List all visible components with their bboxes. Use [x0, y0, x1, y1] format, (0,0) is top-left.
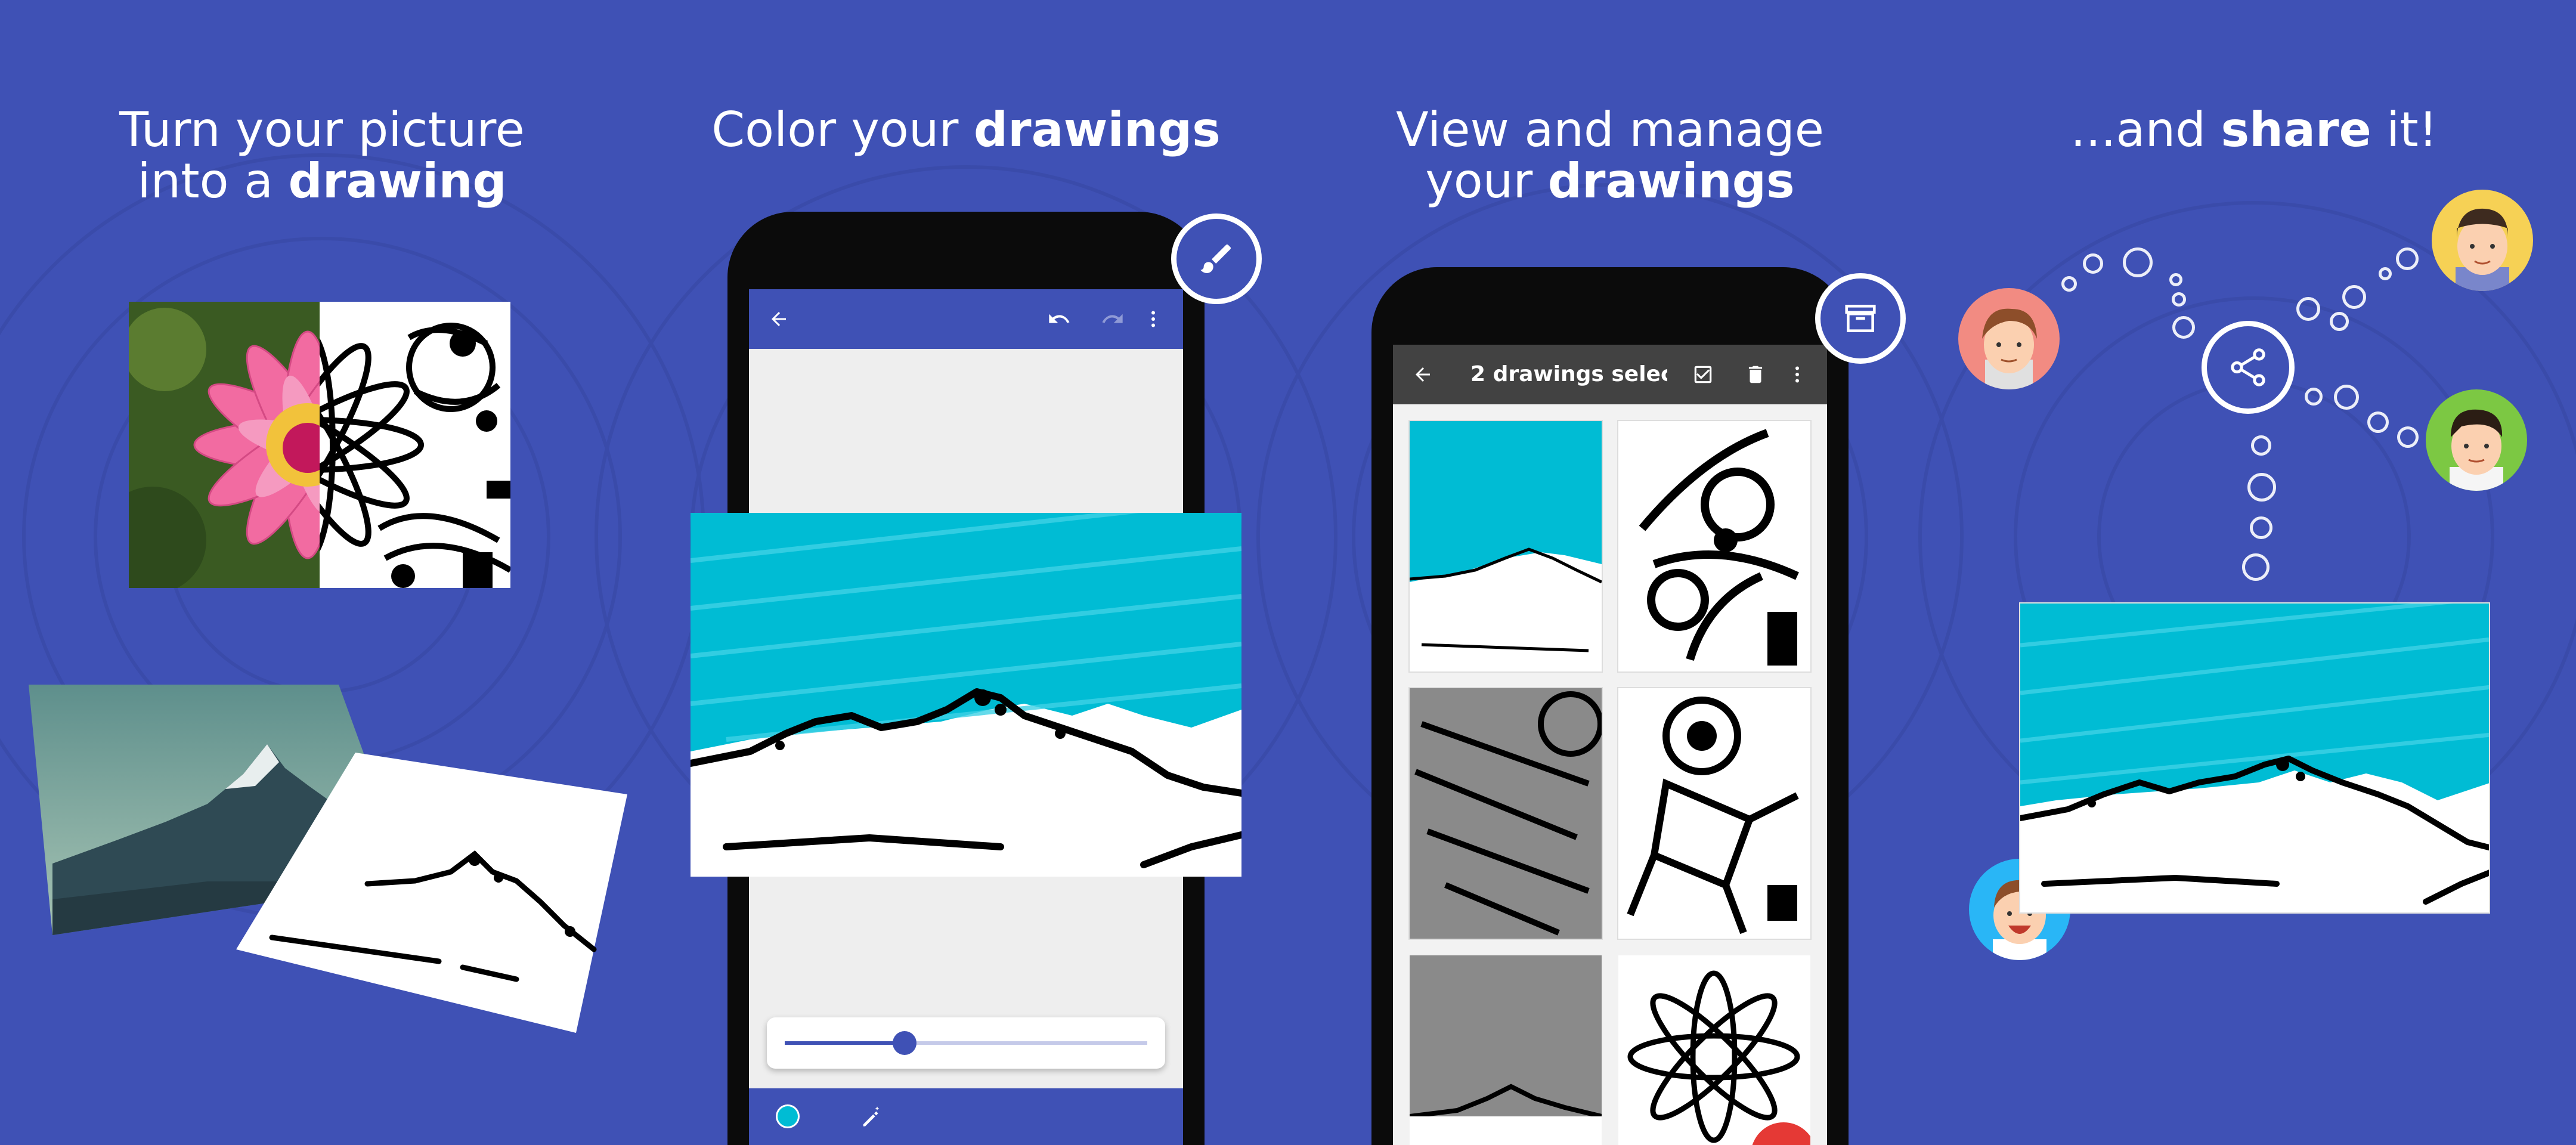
back-arrow-icon — [772, 312, 786, 326]
connection-dot — [2061, 276, 2077, 292]
shared-drawing[interactable] — [2019, 602, 2490, 914]
selection-title: 2 drawings selec... — [1470, 362, 1667, 386]
archive-icon — [1845, 305, 1876, 332]
mountain-drawing — [236, 753, 627, 1033]
panel-heading: View and manage your drawings — [1288, 104, 1932, 207]
heading-bold-text: drawing — [288, 153, 507, 209]
heading-text: ...and — [2070, 102, 2221, 157]
back-button[interactable] — [761, 301, 797, 337]
connection-dot — [2342, 285, 2366, 309]
connection-dot — [2247, 473, 2276, 502]
heading-text: View and manage — [1396, 102, 1824, 157]
connection-dot — [2242, 553, 2270, 581]
avatar-woman[interactable] — [1958, 288, 2060, 389]
back-button[interactable] — [1405, 357, 1441, 392]
brush-fab[interactable] — [1171, 213, 1262, 304]
heading-text: your — [1425, 153, 1548, 209]
connection-dot — [2305, 388, 2323, 406]
connection-dot — [2123, 247, 2153, 277]
drawing-thumbnail[interactable] — [1618, 688, 1810, 939]
connection-dot — [2251, 435, 2271, 456]
more-vert-icon — [1795, 366, 1799, 383]
connection-dot — [2367, 411, 2389, 433]
editor-bottom-bar — [749, 1088, 1183, 1145]
color-dot-icon — [776, 1104, 800, 1128]
panel-heading: ...and share it! — [1932, 104, 2576, 156]
connection-dot — [2172, 292, 2186, 307]
slider-thumb[interactable] — [892, 1031, 917, 1055]
avatar-man-dark-hair[interactable] — [2426, 389, 2527, 491]
drawing-thumbnail[interactable] — [1410, 688, 1602, 939]
magic-pen-button[interactable] — [856, 1101, 886, 1131]
connection-dot — [2169, 273, 2182, 286]
drawing-thumbnail[interactable] — [1410, 421, 1602, 671]
select-all-button[interactable] — [1685, 357, 1721, 392]
heading-text: it! — [2371, 102, 2438, 157]
more-vert-icon — [1151, 311, 1155, 327]
heading-text: into a — [137, 153, 289, 209]
promo-banner: Turn your picture into a drawing Color y… — [0, 0, 2576, 1145]
share-fab[interactable] — [2202, 321, 2295, 414]
share-icon — [2231, 348, 2265, 386]
connection-dot — [2250, 516, 2272, 539]
avatar-man-glasses[interactable] — [2432, 190, 2533, 291]
brush-size-slider-card — [767, 1017, 1165, 1069]
magic-pen-icon — [863, 1106, 880, 1127]
trash-icon — [1748, 366, 1763, 383]
back-arrow-icon — [1416, 367, 1430, 382]
connection-dot — [2172, 316, 2195, 339]
panel-view-manage: View and manage your drawings 2 drawings… — [1288, 0, 1932, 1145]
checkbox-icon — [1694, 366, 1712, 383]
slider-fill — [785, 1041, 905, 1045]
editor-app-bar — [749, 289, 1183, 349]
connection-dot — [2396, 247, 2419, 270]
panel-share: ...and share it! — [1932, 0, 2576, 1145]
more-options-button[interactable] — [1779, 357, 1815, 392]
panel-heading: Turn your picture into a drawing — [0, 104, 644, 207]
heading-bold-text: drawings — [973, 102, 1221, 157]
heading-text: Turn your picture — [119, 102, 525, 157]
heading-bold-text: drawings — [1547, 153, 1795, 209]
selection-toolbar: 2 drawings selec... — [1393, 345, 1827, 404]
panel-heading: Color your drawings — [644, 104, 1288, 156]
drawing-thumbnail[interactable] — [1618, 421, 1810, 671]
connection-dot — [2296, 297, 2320, 321]
connection-dot — [2379, 267, 2392, 280]
redo-button[interactable] — [1095, 301, 1131, 337]
brush-icon — [1200, 245, 1231, 273]
flower-photo-drawing-split — [129, 302, 510, 588]
colored-drawing-canvas[interactable] — [691, 513, 1241, 877]
undo-icon — [1049, 314, 1070, 323]
heading-text: Color your — [711, 102, 974, 157]
connection-dot — [2334, 385, 2359, 410]
drawing-thumbnail[interactable] — [1410, 955, 1602, 1145]
panel-turn-into-drawing: Turn your picture into a drawing — [0, 0, 644, 1145]
more-options-button[interactable] — [1135, 301, 1171, 337]
color-picker-button[interactable] — [773, 1101, 803, 1131]
connection-dot — [2397, 426, 2419, 448]
connection-dot — [2330, 312, 2349, 331]
drawing-thumbnail[interactable] — [1618, 955, 1810, 1145]
undo-button[interactable] — [1041, 301, 1077, 337]
archive-fab[interactable] — [1815, 273, 1906, 364]
redo-icon — [1102, 314, 1123, 323]
panel-color-drawings: Color your drawings — [644, 0, 1288, 1145]
heading-bold-text: share — [2221, 102, 2371, 157]
connection-dot — [2083, 253, 2103, 274]
delete-button[interactable] — [1738, 357, 1773, 392]
